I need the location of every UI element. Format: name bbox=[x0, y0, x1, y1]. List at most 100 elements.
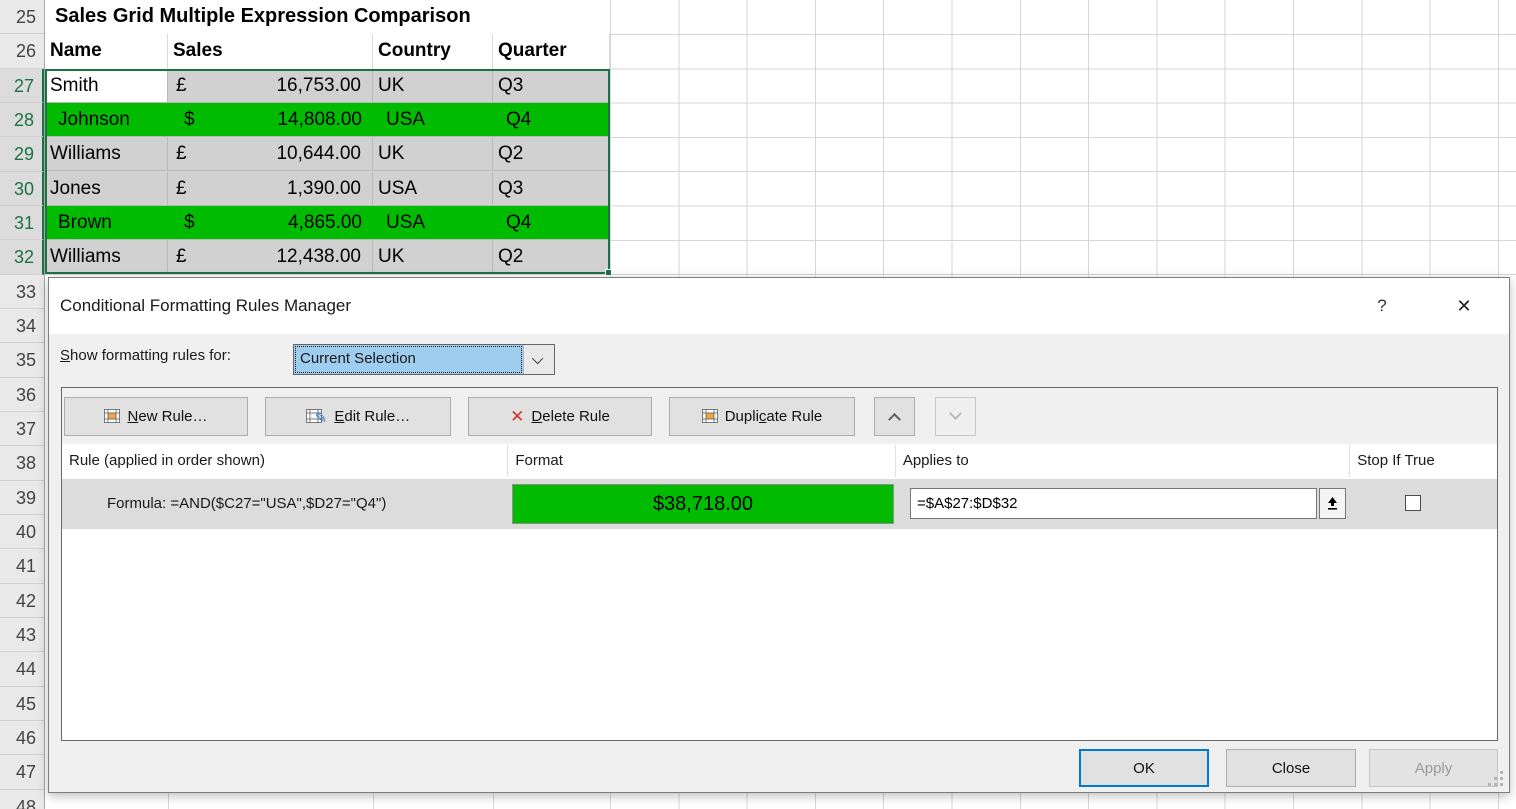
dialog-titlebar[interactable]: Conditional Formatting Rules Manager ? ✕ bbox=[49, 278, 1509, 334]
new-rule-button[interactable]: New Rule… bbox=[64, 397, 248, 436]
cell-country[interactable]: USA bbox=[373, 206, 493, 240]
row-header[interactable]: 38 bbox=[0, 446, 44, 480]
grid-line-stub bbox=[168, 793, 169, 809]
ok-button[interactable]: OK bbox=[1079, 749, 1209, 787]
row-header[interactable]: 42 bbox=[0, 584, 44, 618]
header-stop-if-true: Stop If True bbox=[1350, 445, 1497, 477]
applies-to-input[interactable] bbox=[910, 488, 1317, 519]
row-header[interactable]: 28 bbox=[0, 103, 44, 137]
row-header[interactable]: 44 bbox=[0, 652, 44, 686]
fill-handle[interactable] bbox=[605, 269, 612, 276]
row-header[interactable]: 32 bbox=[0, 240, 44, 274]
row-header[interactable]: 31 bbox=[0, 206, 44, 240]
chevron-down-icon bbox=[949, 407, 962, 420]
cell-country[interactable]: UK bbox=[373, 137, 493, 171]
column-header-name[interactable]: Name bbox=[45, 34, 168, 68]
table-grid-icon bbox=[702, 409, 718, 423]
cell-name[interactable]: Williams bbox=[45, 240, 168, 274]
row-header[interactable]: 29 bbox=[0, 137, 44, 171]
dropdown-arrow-button[interactable] bbox=[523, 345, 554, 374]
row-header[interactable]: 40 bbox=[0, 515, 44, 549]
row-header[interactable]: 30 bbox=[0, 172, 44, 206]
row-header[interactable]: 33 bbox=[0, 275, 44, 309]
collapse-dialog-button[interactable] bbox=[1319, 488, 1346, 519]
cell-country[interactable]: USA bbox=[373, 103, 493, 137]
resize-grip[interactable] bbox=[1500, 771, 1503, 774]
row-header[interactable]: 25 bbox=[0, 0, 44, 34]
currency-symbol: $ bbox=[168, 206, 195, 239]
help-icon[interactable]: ? bbox=[1365, 278, 1399, 334]
delete-rule-button[interactable]: ✕ Delete Rule bbox=[468, 397, 652, 436]
cf-rules-manager-dialog: Conditional Formatting Rules Manager ? ✕… bbox=[48, 277, 1510, 793]
row-header[interactable]: 45 bbox=[0, 687, 44, 721]
move-rule-up-button[interactable] bbox=[874, 397, 915, 436]
row-header[interactable]: 47 bbox=[0, 755, 44, 789]
applies-to-field bbox=[910, 488, 1346, 519]
row-header[interactable]: 26 bbox=[0, 34, 44, 68]
row-header[interactable]: 41 bbox=[0, 549, 44, 583]
row-header[interactable]: 35 bbox=[0, 343, 44, 377]
rules-list-container: New Rule… ✎ Edit Rule… ✕ Delete Rule Dup… bbox=[61, 387, 1498, 741]
row-header[interactable]: 39 bbox=[0, 481, 44, 515]
row-header-gutter: 25 26 27 28 29 30 31 32 33 34 35 36 37 3… bbox=[0, 0, 45, 809]
row-header[interactable]: 36 bbox=[0, 378, 44, 412]
cell-country[interactable]: UK bbox=[373, 240, 493, 274]
close-icon[interactable]: ✕ bbox=[1447, 278, 1481, 334]
column-header-country[interactable]: Country bbox=[373, 34, 493, 68]
cell-name[interactable]: Williams bbox=[45, 137, 168, 171]
cell-name[interactable]: Smith bbox=[45, 69, 168, 103]
close-button[interactable]: Close bbox=[1226, 749, 1356, 787]
cell-country[interactable]: USA bbox=[373, 172, 493, 206]
row-header[interactable]: 46 bbox=[0, 721, 44, 755]
cell-quarter[interactable]: Q4 bbox=[493, 206, 610, 240]
header-format: Format bbox=[508, 445, 895, 477]
move-rule-down-button[interactable] bbox=[935, 397, 976, 436]
duplicate-rule-button[interactable]: Duplicate Rule bbox=[669, 397, 855, 436]
pencil-icon: ✎ bbox=[315, 409, 328, 427]
rule-format-preview: $38,718.00 bbox=[512, 484, 894, 524]
cell-quarter[interactable]: Q3 bbox=[493, 69, 610, 103]
rules-list-header: Rule (applied in order shown) Format App… bbox=[62, 445, 1497, 477]
cell-country[interactable]: UK bbox=[373, 69, 493, 103]
row-header[interactable]: 34 bbox=[0, 309, 44, 343]
rule-row[interactable]: Formula: =AND($C27="USA",$D27="Q4") $38,… bbox=[62, 479, 1497, 529]
cell-name[interactable]: Jones bbox=[45, 172, 168, 206]
rules-toolbar: New Rule… ✎ Edit Rule… ✕ Delete Rule Dup… bbox=[62, 388, 1497, 444]
header-rule: Rule (applied in order shown) bbox=[62, 445, 508, 477]
apply-button[interactable]: Apply bbox=[1369, 749, 1498, 787]
show-rules-dropdown[interactable]: Current Selection bbox=[293, 344, 555, 375]
column-header-sales[interactable]: Sales bbox=[168, 34, 373, 68]
cell-sales[interactable]: $ 4,865.00 bbox=[168, 206, 373, 240]
cell-quarter[interactable]: Q2 bbox=[493, 137, 610, 171]
cell-name[interactable]: Brown bbox=[45, 206, 168, 240]
cell-sales[interactable]: £ 12,438.00 bbox=[168, 240, 373, 274]
cell-sales[interactable]: £ 16,753.00 bbox=[168, 69, 373, 103]
row-header[interactable]: 43 bbox=[0, 618, 44, 652]
currency-symbol: £ bbox=[168, 172, 187, 205]
row-header[interactable]: 37 bbox=[0, 412, 44, 446]
grid-line-stub bbox=[493, 793, 494, 809]
row-header[interactable]: 48 bbox=[0, 790, 44, 809]
cell-quarter[interactable]: Q2 bbox=[493, 240, 610, 274]
amount: 14,808.00 bbox=[277, 103, 373, 136]
red-x-icon: ✕ bbox=[510, 408, 524, 425]
amount: 10,644.00 bbox=[276, 137, 372, 170]
dropdown-selected-value[interactable]: Current Selection bbox=[294, 345, 523, 374]
cell-name[interactable]: Johnson bbox=[45, 103, 168, 137]
stop-if-true-checkbox[interactable] bbox=[1405, 495, 1421, 511]
column-header-quarter[interactable]: Quarter bbox=[493, 34, 610, 68]
cell-sales[interactable]: £ 1,390.00 bbox=[168, 172, 373, 206]
sheet-title-cell[interactable]: Sales Grid Multiple Expression Compariso… bbox=[45, 0, 610, 34]
currency-symbol: $ bbox=[168, 103, 195, 136]
cell-quarter[interactable]: Q4 bbox=[493, 103, 610, 137]
sales-table: Sales Grid Multiple Expression Compariso… bbox=[45, 0, 610, 275]
row-header[interactable]: 27 bbox=[0, 69, 44, 103]
cell-quarter[interactable]: Q3 bbox=[493, 172, 610, 206]
cell-sales[interactable]: £ 10,644.00 bbox=[168, 137, 373, 171]
chevron-up-icon bbox=[888, 412, 901, 425]
label-rest: how formatting rules for: bbox=[70, 347, 231, 364]
button-label: Edit Rule… bbox=[334, 408, 410, 425]
grid-line-stub bbox=[373, 793, 374, 809]
cell-sales[interactable]: $ 14,808.00 bbox=[168, 103, 373, 137]
edit-rule-button[interactable]: ✎ Edit Rule… bbox=[265, 397, 451, 436]
